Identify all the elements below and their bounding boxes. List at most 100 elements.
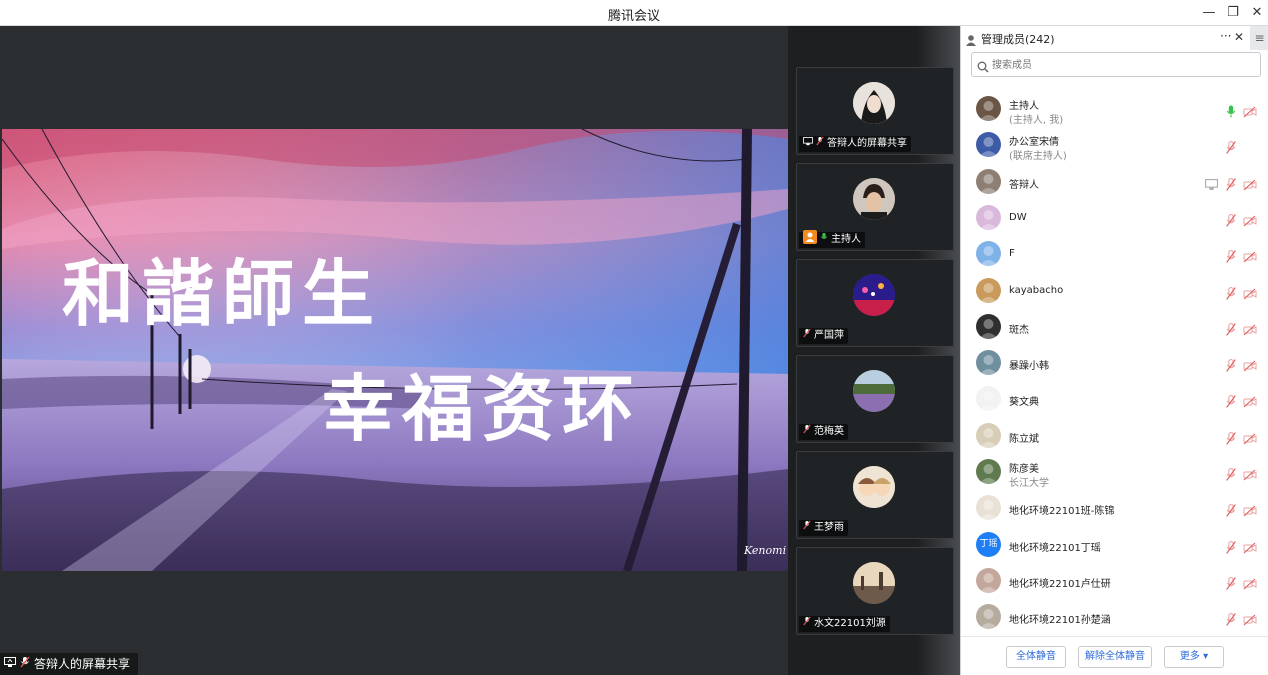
muted-mic-icon[interactable] <box>1225 212 1237 227</box>
camera-off-icon[interactable] <box>1243 357 1257 372</box>
mute-all-button[interactable]: 全体静音 <box>1006 646 1066 668</box>
muted-mic-icon[interactable] <box>1225 502 1237 518</box>
muted-mic-icon[interactable] <box>1225 466 1237 481</box>
muted-mic-icon[interactable] <box>1225 430 1237 445</box>
avatar <box>976 422 1001 448</box>
panel-menu-button[interactable]: ≡ <box>1250 26 1268 50</box>
camera-off-icon[interactable] <box>1243 212 1257 227</box>
member-row[interactable]: 地化环境22101孙楚涵 <box>961 599 1268 635</box>
share-caption-line1: 和諧師生 <box>62 251 382 336</box>
muted-mic-icon[interactable] <box>1225 357 1237 372</box>
camera-off-icon[interactable] <box>1243 466 1257 481</box>
member-panel-title: 管理成员(242) <box>981 33 1055 46</box>
tile-label: 严国萍 <box>814 330 844 341</box>
avatar <box>976 313 1001 339</box>
muted-mic-icon[interactable] <box>1225 393 1237 409</box>
member-name: 斑杰 <box>1009 324 1029 336</box>
member-name: kayabacho <box>1009 284 1064 296</box>
member-role: (主持人, 我) <box>1009 115 1064 126</box>
more-options-button[interactable]: ··· <box>1220 29 1231 43</box>
member-row[interactable]: 陈立斌 <box>961 418 1268 454</box>
camera-off-icon[interactable] <box>1243 393 1257 408</box>
more-actions-button[interactable]: 更多 ▾ <box>1164 646 1224 668</box>
muted-mic-icon[interactable] <box>1225 575 1237 590</box>
camera-off-icon[interactable] <box>1243 285 1257 299</box>
avatar <box>976 204 1001 230</box>
avatar <box>853 562 895 604</box>
avatar <box>853 466 895 508</box>
muted-mic-icon <box>803 328 811 344</box>
unmute-all-button[interactable]: 解除全体静音 <box>1078 646 1152 668</box>
video-tile-host[interactable]: 主持人 <box>796 163 954 251</box>
avatar <box>976 277 1001 303</box>
camera-off-icon[interactable] <box>1243 502 1257 517</box>
host-badge-icon <box>803 230 817 250</box>
muted-mic-icon[interactable] <box>1225 176 1237 191</box>
member-name: 暴躁小韩 <box>1009 361 1049 373</box>
share-caption-line2: 幸福资环 <box>322 366 642 451</box>
screen-share-label: 答辩人的屏幕共享 <box>34 657 131 671</box>
video-tile-participant[interactable]: 水文22101刘源 <box>796 547 954 635</box>
member-row[interactable]: 主持人 (主持人, 我) <box>961 91 1268 127</box>
member-search[interactable] <box>971 52 1261 77</box>
close-panel-button[interactable]: ✕ <box>1234 30 1244 44</box>
camera-off-icon[interactable] <box>1243 430 1257 445</box>
camera-off-icon[interactable] <box>1243 321 1257 336</box>
video-tile-participant[interactable]: 严国萍 <box>796 259 954 347</box>
member-row[interactable]: 地化环境22101卢仕研 <box>961 563 1268 599</box>
member-row[interactable]: 办公室宋倩 (联席主持人) <box>961 127 1268 163</box>
close-button[interactable]: ✕ <box>1248 4 1266 22</box>
member-name: 地化环境22101班-陈锦 <box>1009 506 1115 518</box>
shared-screen-stage[interactable]: 和諧師生 幸福资环 Kenomi 答辩人的屏幕共享 <box>0 26 788 675</box>
muted-mic-icon[interactable] <box>1225 611 1237 626</box>
video-tile-presenter[interactable]: 答辩人的屏幕共享 <box>796 67 954 155</box>
camera-off-icon[interactable] <box>1243 176 1257 191</box>
camera-off-icon[interactable] <box>1243 103 1257 118</box>
video-tile-participant[interactable]: 范梅英 <box>796 355 954 443</box>
members-icon <box>965 31 977 50</box>
member-row[interactable]: DW <box>961 200 1268 236</box>
restore-button[interactable]: ❐ <box>1224 4 1242 22</box>
member-panel-footer: 全体静音 解除全体静音 更多 ▾ <box>961 636 1268 675</box>
member-row[interactable]: 丁瑶 地化环境22101丁瑶 <box>961 527 1268 563</box>
member-row[interactable]: 葵文典 <box>961 381 1268 417</box>
member-row[interactable]: F <box>961 236 1268 272</box>
muted-mic-icon <box>816 136 824 152</box>
avatar <box>976 241 1001 267</box>
avatar <box>976 350 1001 376</box>
muted-mic-icon[interactable] <box>1225 139 1237 155</box>
member-name: 主持人 <box>1009 101 1039 112</box>
camera-off-icon[interactable] <box>1243 248 1257 263</box>
member-row[interactable]: 斑杰 <box>961 309 1268 345</box>
member-name: 地化环境22101卢仕研 <box>1009 578 1111 590</box>
minimize-button[interactable]: — <box>1200 4 1218 22</box>
tile-name-tag: 严国萍 <box>799 328 848 344</box>
camera-off-icon[interactable] <box>1243 575 1257 590</box>
avatar <box>853 178 895 220</box>
camera-off-icon[interactable] <box>1243 539 1257 554</box>
avatar <box>976 495 1001 521</box>
tile-label: 范梅英 <box>814 426 844 437</box>
search-input[interactable] <box>992 57 1252 73</box>
avatar <box>976 567 1001 593</box>
member-panel: 管理成员(242) ··· ✕ ≡ 主持人 (主持人, 我) 办公室宋倩 (联席主持人… <box>960 26 1268 675</box>
mic-on-icon[interactable] <box>1225 103 1237 118</box>
muted-mic-icon[interactable] <box>1225 248 1237 263</box>
member-row[interactable]: 地化环境22101班-陈锦 <box>961 490 1268 526</box>
avatar <box>976 132 1001 158</box>
video-strip: 答辩人的屏幕共享 主持人 严国萍 范梅英 王梦雨 水文22101刘源 <box>788 26 960 675</box>
member-row[interactable]: 答辩人 <box>961 164 1268 200</box>
member-role: (联席主持人) <box>1009 151 1067 163</box>
muted-mic-icon[interactable] <box>1225 285 1237 300</box>
camera-off-icon[interactable] <box>1243 611 1257 626</box>
muted-mic-icon <box>803 616 811 632</box>
member-row[interactable]: 暴躁小韩 <box>961 345 1268 381</box>
window-title: 腾讯会议 <box>607 9 660 24</box>
member-row[interactable]: kayabacho <box>961 273 1268 309</box>
member-panel-header: 管理成员(242) ··· ✕ ≡ <box>961 26 1268 50</box>
muted-mic-icon[interactable] <box>1225 539 1237 554</box>
video-tile-participant[interactable]: 王梦雨 <box>796 451 954 539</box>
tile-name-tag: 主持人 <box>799 230 865 250</box>
muted-mic-icon[interactable] <box>1225 321 1237 336</box>
member-row[interactable]: 陈彦美 长江大学 <box>961 454 1268 490</box>
